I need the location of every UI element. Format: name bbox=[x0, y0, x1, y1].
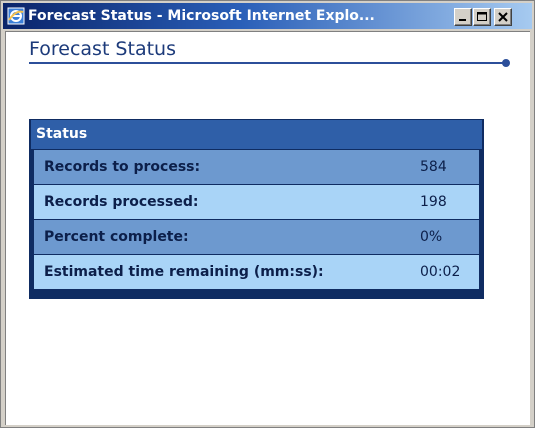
page-title: Forecast Status bbox=[29, 38, 176, 60]
status-panel-header bbox=[31, 120, 482, 149]
status-row-label: Percent complete: bbox=[44, 229, 189, 245]
close-icon bbox=[498, 12, 508, 22]
title-bar[interactable]: Forecast Status - Microsoft Internet Exp… bbox=[3, 3, 532, 29]
status-row-records-processed: Records processed: 198 bbox=[34, 185, 479, 219]
maximize-icon bbox=[477, 12, 487, 21]
maximize-button[interactable] bbox=[473, 8, 491, 26]
status-row-records-to-process: Records to process: 584 bbox=[34, 150, 479, 184]
minimize-button[interactable] bbox=[454, 8, 472, 26]
title-underline-dot bbox=[502, 59, 510, 67]
status-row-label: Records processed: bbox=[44, 194, 199, 210]
title-underline bbox=[29, 62, 505, 64]
status-row-value: 0% bbox=[420, 229, 443, 245]
status-row-percent-complete: Percent complete: 0% bbox=[34, 220, 479, 254]
close-button[interactable] bbox=[494, 8, 512, 26]
status-row-label: Records to process: bbox=[44, 159, 201, 175]
status-row-estimated-time: Estimated time remaining (mm:ss): 00:02 bbox=[34, 255, 479, 289]
status-panel-title: Status bbox=[36, 126, 88, 142]
minimize-icon bbox=[459, 19, 466, 21]
status-row-value: 198 bbox=[420, 194, 447, 210]
ie-icon bbox=[7, 7, 25, 25]
status-row-value: 584 bbox=[420, 159, 447, 175]
status-row-label: Estimated time remaining (mm:ss): bbox=[44, 264, 324, 280]
window-title: Forecast Status - Microsoft Internet Exp… bbox=[28, 8, 375, 24]
status-row-value: 00:02 bbox=[420, 264, 461, 280]
